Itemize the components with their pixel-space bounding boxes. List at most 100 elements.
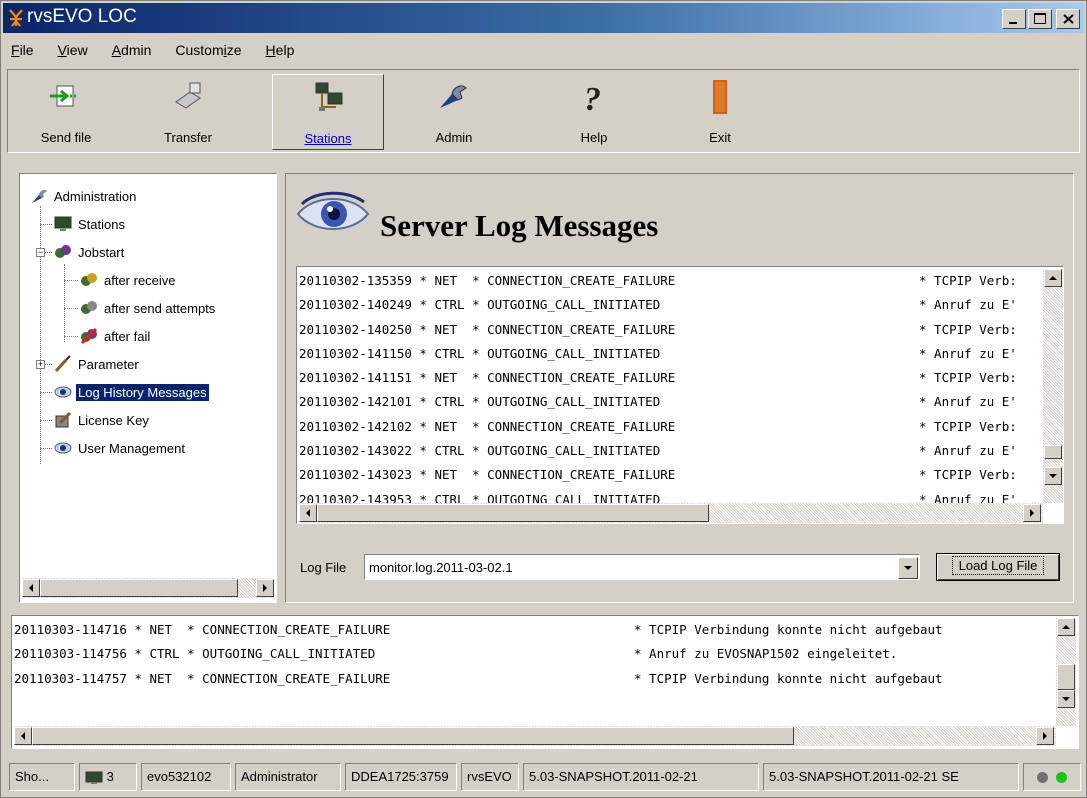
log-scroll-left-button[interactable]: [299, 504, 317, 522]
svg-text:?: ?: [584, 81, 601, 114]
log-line[interactable]: 20110302-143022 * CTRL * OUTGOING_CALL_I…: [299, 439, 1041, 463]
admin-button[interactable]: Admin: [398, 74, 510, 150]
log-horizontal-scrollbar[interactable]: [299, 503, 1043, 523]
tree-item-license-key[interactable]: License Key: [54, 408, 151, 432]
log-scroll-down-button[interactable]: [1044, 467, 1062, 485]
live-log-hscroll-thumb[interactable]: [32, 727, 794, 745]
tree-horizontal-scrollbar[interactable]: [22, 578, 274, 598]
live-log-list[interactable]: 20110303-114716 * NET * CONNECTION_CREAT…: [11, 615, 1079, 749]
log-line-message: * TCPIP Verb:: [919, 273, 1017, 288]
log-vscroll-thumb[interactable]: [1044, 445, 1062, 459]
log-file-select[interactable]: monitor.log.2011-03-02.1: [364, 554, 920, 580]
log-line[interactable]: 20110302-135359 * NET * CONNECTION_CREAT…: [299, 269, 1041, 293]
live-log-scroll-right-button[interactable]: [1036, 727, 1054, 745]
live-log-vertical-scrollbar[interactable]: [1056, 618, 1076, 726]
eye-logo-icon: [296, 191, 370, 230]
tree-item-after-send-attempts[interactable]: after send attempts: [80, 296, 217, 320]
status-leds: [1023, 763, 1081, 791]
log-vertical-scrollbar[interactable]: [1043, 269, 1063, 503]
status-sho: Sho...: [9, 763, 75, 791]
log-line[interactable]: 20110303-114756 * CTRL * OUTGOING_CALL_I…: [14, 642, 1054, 666]
menu-view[interactable]: View: [46, 42, 100, 58]
log-line[interactable]: 20110303-114757 * NET * CONNECTION_CREAT…: [14, 667, 1054, 691]
live-log-lines: 20110303-114716 * NET * CONNECTION_CREAT…: [14, 618, 1054, 718]
status-version-se: 5.03-SNAPSHOT.2011-02-21 SE: [763, 763, 1019, 791]
log-hscroll-thumb[interactable]: [317, 504, 709, 522]
log-line-message: * TCPIP Verb:: [919, 418, 1017, 434]
tree-item-after-receive[interactable]: after receive: [80, 268, 178, 292]
tree-item-stations[interactable]: Stations: [54, 212, 127, 236]
admin-tool-icon: [32, 190, 47, 203]
arrow-right-icon: [1043, 732, 1047, 740]
exit-door-icon: [713, 80, 727, 114]
log-scroll-right-button[interactable]: [1023, 504, 1041, 522]
log-line[interactable]: 20110302-140250 * NET * CONNECTION_CREAT…: [299, 318, 1041, 342]
load-log-file-button[interactable]: Load Log File: [936, 553, 1060, 581]
tree-scroll-right-button[interactable]: [256, 579, 274, 597]
log-line[interactable]: 20110302-140249 * CTRL * OUTGOING_CALL_I…: [299, 293, 1041, 317]
log-line-event: 20110303-114757 * NET * CONNECTION_CREAT…: [14, 670, 391, 686]
help-button[interactable]: ? Help: [538, 74, 650, 150]
status-dde: DDEA1725:3759: [345, 763, 457, 791]
log-line[interactable]: 20110302-142101 * CTRL * OUTGOING_CALL_I…: [299, 390, 1041, 414]
user-eye-icon: [54, 442, 72, 454]
log-line-event: 20110303-114716 * NET * CONNECTION_CREAT…: [14, 622, 391, 637]
menu-bar: File View Admin Customize Help: [3, 35, 1084, 65]
menu-help[interactable]: Help: [254, 42, 307, 58]
log-line[interactable]: 20110302-143953 * CTRL * OUTGOING_CALL_I…: [299, 488, 1041, 503]
live-log-horizontal-scrollbar[interactable]: [14, 726, 1056, 746]
tree-item-parameter[interactable]: Parameter: [54, 352, 141, 376]
transfer-icon: [175, 82, 201, 109]
transfer-label: Transfer: [164, 130, 212, 145]
live-log-scroll-left-button[interactable]: [14, 727, 32, 745]
tree-item-user-management[interactable]: User Management: [54, 436, 187, 460]
log-line[interactable]: 20110302-142102 * NET * CONNECTION_CREAT…: [299, 415, 1041, 439]
log-line[interactable]: 20110303-114716 * NET * CONNECTION_CREAT…: [14, 618, 1054, 642]
log-line-message: * Anruf zu EVOSNAP1502 eingeleitet.: [634, 646, 898, 662]
stations-icon: [315, 82, 343, 111]
jobstart-collapse-toggle[interactable]: −: [36, 248, 45, 257]
tree-scroll-left-button[interactable]: [22, 579, 40, 597]
receive-job-icon: [81, 273, 97, 286]
eye-icon: [54, 386, 72, 398]
log-line[interactable]: 20110302-143023 * NET * CONNECTION_CREAT…: [299, 463, 1041, 487]
log-line-event: 20110302-140249 * CTRL * OUTGOING_CALL_I…: [299, 297, 661, 313]
live-log-vscroll-thumb[interactable]: [1057, 664, 1075, 690]
tree-item-jobstart[interactable]: Jobstart: [54, 240, 126, 264]
menu-admin[interactable]: Admin: [100, 42, 164, 58]
menu-customize[interactable]: Customize: [163, 42, 253, 58]
load-log-file-label: Load Log File: [951, 556, 1045, 575]
server-log-list[interactable]: 20110302-135359 * NET * CONNECTION_CREAT…: [296, 266, 1064, 524]
minimize-icon: [1009, 22, 1017, 24]
parameter-expand-toggle[interactable]: +: [36, 360, 45, 369]
transfer-button[interactable]: Transfer: [132, 74, 244, 150]
minimize-button[interactable]: [1002, 9, 1026, 29]
tree-item-log-history-messages[interactable]: Log History Messages: [54, 380, 209, 404]
log-scroll-up-button[interactable]: [1044, 269, 1062, 287]
title-bar[interactable]: rvsEVO LOC: [3, 3, 1084, 33]
help-icon: ?: [584, 81, 601, 114]
tree-item-after-fail[interactable]: after fail: [80, 324, 152, 348]
menu-file[interactable]: File: [3, 42, 46, 58]
stations-button[interactable]: Stations: [272, 74, 384, 150]
log-line-event: 20110302-141151 * NET * CONNECTION_CREAT…: [299, 370, 676, 386]
send-attempt-icon: [81, 301, 97, 314]
exit-button[interactable]: Exit: [664, 74, 776, 150]
tree-scroll-thumb[interactable]: [40, 579, 238, 597]
log-line[interactable]: 20110302-141150 * CTRL * OUTGOING_CALL_I…: [299, 342, 1041, 366]
log-line-event: 20110303-114756 * CTRL * OUTGOING_CALL_I…: [14, 646, 376, 662]
rvs-logo-icon: [9, 9, 23, 27]
log-file-dropdown-button[interactable]: [898, 557, 918, 579]
close-button[interactable]: [1056, 9, 1080, 29]
chevron-down-icon: [904, 566, 912, 570]
live-log-scroll-up-button[interactable]: [1057, 618, 1075, 636]
log-line-event: 20110302-143953 * CTRL * OUTGOING_CALL_I…: [299, 491, 661, 503]
live-log-scroll-down-button[interactable]: [1057, 690, 1075, 708]
tree-item-administration[interactable]: Administration: [30, 184, 138, 208]
send-file-button[interactable]: Send file: [10, 74, 122, 150]
log-line-event: 20110302-140250 * NET * CONNECTION_CREAT…: [299, 321, 676, 337]
maximize-icon: [1034, 13, 1046, 24]
maximize-button[interactable]: [1028, 9, 1052, 29]
log-line-message: * Anruf zu E': [919, 443, 1017, 459]
log-line[interactable]: 20110302-141151 * NET * CONNECTION_CREAT…: [299, 366, 1041, 390]
